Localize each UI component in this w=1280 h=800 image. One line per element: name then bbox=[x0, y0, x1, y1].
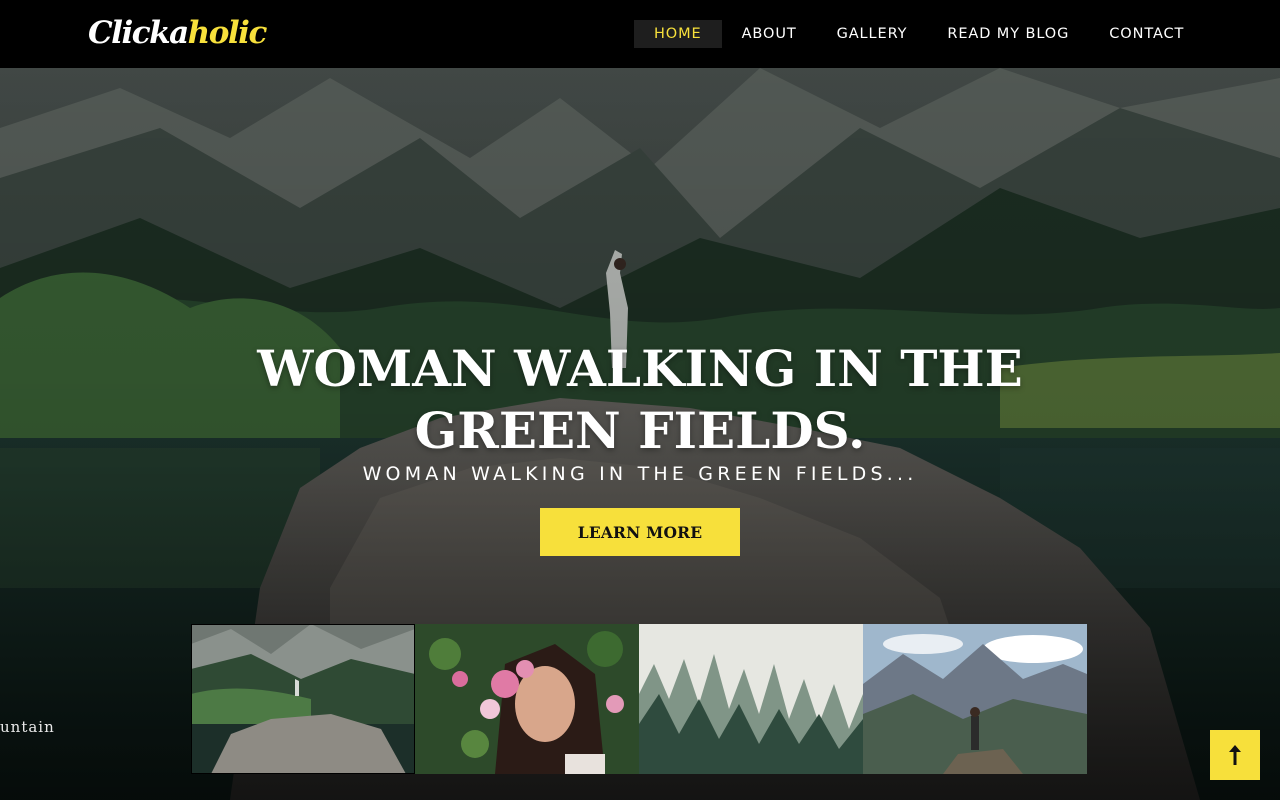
brand-logo[interactable]: Clickaholic bbox=[88, 13, 268, 53]
slide-caption-partial: untain bbox=[0, 718, 55, 736]
nav-item-contact[interactable]: CONTACT bbox=[1089, 20, 1204, 48]
logo-text-part1: Clicka bbox=[88, 15, 189, 51]
nav-item-gallery[interactable]: GALLERY bbox=[817, 20, 928, 48]
site-header: Clickaholic HOME ABOUT GALLERY READ MY B… bbox=[0, 0, 1280, 68]
gallery-thumbnails bbox=[191, 624, 1088, 774]
thumb-hiker-peak[interactable] bbox=[863, 624, 1087, 774]
logo-text-part2: holic bbox=[187, 15, 268, 51]
scroll-to-top-button[interactable] bbox=[1210, 730, 1260, 780]
thumb-misty-forest[interactable] bbox=[639, 624, 863, 774]
hero-subtitle: WOMAN WALKING IN THE GREEN FIELDS... bbox=[362, 463, 918, 485]
hero-section: WOMAN WALKING IN THE GREEN FIELDS. WOMAN… bbox=[0, 68, 1280, 800]
thumb-mountain-lake[interactable] bbox=[191, 624, 415, 774]
thumb-woman-flowers[interactable] bbox=[415, 624, 639, 774]
main-nav: HOME ABOUT GALLERY READ MY BLOG CONTACT bbox=[634, 20, 1204, 48]
hero-title: WOMAN WALKING IN THE GREEN FIELDS. bbox=[257, 339, 1023, 460]
arrow-up-icon bbox=[1229, 745, 1241, 765]
learn-more-button[interactable]: LEARN MORE bbox=[540, 508, 740, 556]
nav-item-home[interactable]: HOME bbox=[634, 20, 722, 48]
nav-item-about[interactable]: ABOUT bbox=[722, 20, 817, 48]
nav-item-blog[interactable]: READ MY BLOG bbox=[927, 20, 1089, 48]
